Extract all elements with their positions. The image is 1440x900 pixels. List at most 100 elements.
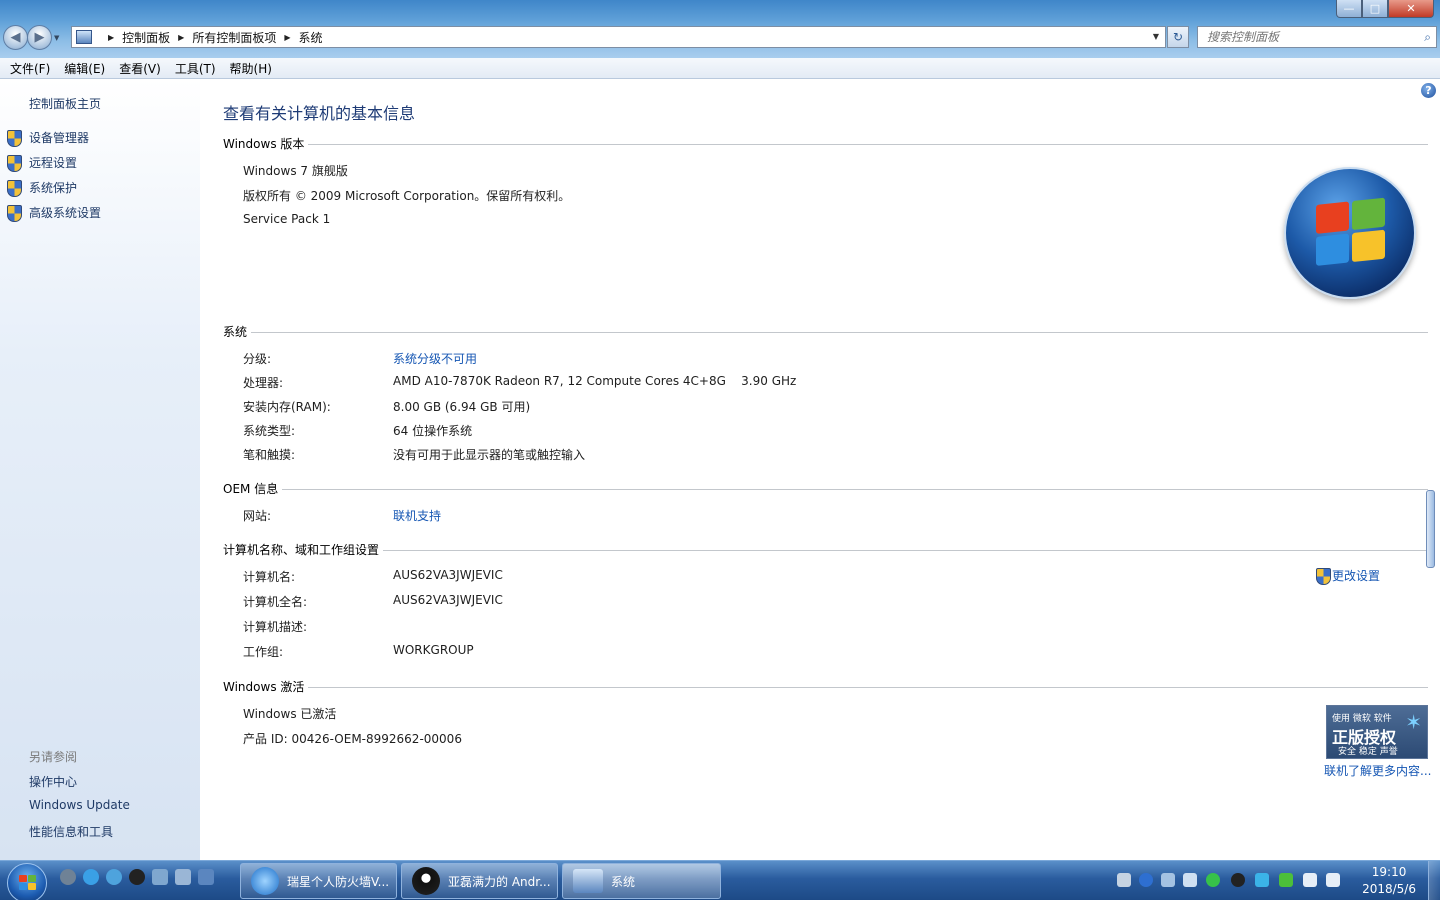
learn-more-link[interactable]: 联机了解更多内容... (1324, 762, 1431, 779)
search-box[interactable]: ⌕ (1197, 26, 1437, 48)
maximize-button[interactable]: □ (1362, 0, 1388, 18)
rating-link[interactable]: 系统分级不可用 (393, 350, 477, 367)
sidebar-item-remote-settings[interactable]: 远程设置 (6, 154, 78, 172)
usb-icon[interactable] (1161, 873, 1175, 887)
sidebar-item-label: 远程设置 (29, 156, 78, 170)
help-icon[interactable]: ? (1421, 83, 1436, 98)
menu-bar: 文件(F) 编辑(E) 查看(V) 工具(T) 帮助(H) (0, 58, 1440, 79)
help-tray-icon[interactable] (1139, 873, 1153, 887)
see-also-performance[interactable]: 性能信息和工具 (29, 823, 113, 840)
volume-icon[interactable] (1326, 873, 1340, 887)
online-support-link[interactable]: 联机支持 (393, 507, 441, 524)
scrollbar-thumb[interactable] (1426, 490, 1435, 568)
window-switch-icon[interactable] (175, 869, 191, 885)
qq-tray-icon[interactable] (1231, 873, 1245, 887)
page-title: 查看有关计算机的基本信息 (223, 104, 416, 123)
breadcrumb-separator-icon[interactable]: ▶ (178, 33, 184, 42)
uac-shield-icon (6, 179, 22, 197)
breadcrumb-all-items[interactable]: 所有控制面板项 (192, 29, 276, 46)
task-qq[interactable]: 亚磊满力的 Andr... (401, 863, 558, 899)
close-button[interactable]: ✕ (1388, 0, 1434, 18)
network-icon[interactable] (1303, 873, 1317, 887)
minimize-button[interactable]: — (1336, 0, 1362, 18)
full-name-label: 计算机全名: (243, 595, 308, 609)
uac-shield-icon (6, 204, 22, 222)
wechat-icon[interactable] (1206, 873, 1220, 887)
search-icon[interactable]: ⌕ (1424, 30, 1431, 45)
qq-icon[interactable] (129, 869, 145, 885)
workgroup-value: WORKGROUP (393, 643, 474, 657)
sidebar-item-device-manager[interactable]: 设备管理器 (6, 129, 90, 147)
network-adapter-icon[interactable] (1183, 873, 1197, 887)
genuine-software-badge[interactable]: 使用 微软 软件 ✶ 正版授权 安全 稳定 声誉 (1326, 705, 1428, 759)
change-settings-label: 更改设置 (1332, 569, 1381, 583)
sidebar: 控制面板主页 设备管理器 远程设置 系统保护 高级系统设置 另请参阅 操作中心 … (0, 79, 200, 860)
breadcrumb-control-panel[interactable]: 控制面板 (122, 29, 170, 46)
rating-label: 分级: (243, 352, 272, 366)
recent-pages-dropdown[interactable]: ▼ (54, 34, 59, 42)
antivirus-icon[interactable] (1255, 873, 1269, 887)
star-icon: ✶ (1405, 710, 1422, 734)
processor-value: AMD A10-7870K Radeon R7, 12 Compute Core… (393, 374, 797, 388)
taskbar: 瑞星个人防火墙V... 亚磊满力的 Andr... 系统 19:10 2018/… (0, 860, 1440, 900)
address-dropdown-icon[interactable]: ▼ (1153, 32, 1159, 41)
desktop-icon[interactable] (152, 869, 168, 885)
badge-line-1: 使用 微软 软件 (1332, 714, 1392, 724)
sidebar-item-label: 设备管理器 (29, 131, 90, 145)
processor-label: 处理器: (243, 376, 284, 390)
quick-launch-icon[interactable] (60, 869, 76, 885)
sidebar-control-panel-home[interactable]: 控制面板主页 (29, 95, 101, 112)
task-system[interactable]: 系统 (562, 863, 721, 899)
system-clock[interactable]: 19:10 2018/5/6 (1362, 864, 1416, 898)
see-also-action-center[interactable]: 操作中心 (29, 773, 77, 790)
description-label: 计算机描述: (243, 620, 308, 634)
search-input[interactable] (1207, 30, 1407, 44)
pen-touch-value: 没有可用于此显示器的笔或触控输入 (393, 448, 586, 462)
breadcrumb-system[interactable]: 系统 (299, 29, 323, 46)
section-computer-name: 计算机名称、域和工作组设置 (223, 541, 1428, 557)
computer-name-label: 计算机名: (243, 570, 296, 584)
section-header: 计算机名称、域和工作组设置 (223, 543, 384, 557)
browser-icon[interactable] (106, 869, 122, 885)
show-desktop-button[interactable] (1428, 861, 1440, 900)
pen-touch-label: 笔和触摸: (243, 448, 296, 462)
breadcrumb-separator-icon[interactable]: ▶ (284, 33, 290, 42)
ie-icon[interactable] (83, 869, 99, 885)
change-settings-link[interactable]: 更改设置 (1315, 567, 1381, 585)
menu-file[interactable]: 文件(F) (3, 60, 57, 77)
section-windows-edition: Windows 版本 (223, 135, 1428, 151)
sidebar-item-advanced-settings[interactable]: 高级系统设置 (6, 204, 102, 222)
ram-value: 8.00 GB (6.94 GB 可用) (393, 400, 531, 414)
section-oem: OEM 信息 (223, 480, 1428, 496)
app-icon[interactable] (198, 869, 214, 885)
sidebar-item-label: 高级系统设置 (29, 206, 102, 220)
clock-time: 19:10 (1371, 865, 1407, 879)
qq-icon (412, 867, 440, 895)
menu-tools[interactable]: 工具(T) (168, 60, 223, 77)
full-name-value: AUS62VA3JWJEVIC (393, 593, 503, 607)
computer-name-value: AUS62VA3JWJEVIC (393, 568, 503, 582)
see-also-windows-update[interactable]: Windows Update (29, 798, 130, 812)
keyboard-icon[interactable] (1117, 873, 1131, 887)
see-also-heading: 另请参阅 (29, 750, 78, 764)
forward-arrow-icon: ▶ (34, 30, 45, 45)
edition-name: Windows 7 旗舰版 (243, 164, 348, 178)
breadcrumb-separator-icon[interactable]: ▶ (108, 33, 114, 42)
forward-button[interactable]: ▶ (27, 25, 52, 50)
menu-edit[interactable]: 编辑(E) (57, 60, 112, 77)
sidebar-item-system-protection[interactable]: 系统保护 (6, 179, 77, 197)
task-firewall[interactable]: 瑞星个人防火墙V... (240, 863, 397, 899)
back-button[interactable]: ◀ (3, 25, 28, 50)
section-activation: Windows 激活 (223, 678, 1428, 694)
badge-line-3: 安全 稳定 声誉 (1338, 747, 1398, 757)
start-button[interactable] (7, 863, 47, 900)
refresh-button[interactable]: ↻ (1167, 26, 1189, 48)
umbrella-icon[interactable] (1279, 873, 1293, 887)
menu-help[interactable]: 帮助(H) (223, 60, 279, 77)
address-bar[interactable]: ▶ 控制面板 ▶ 所有控制面板项 ▶ 系统 ▼ (71, 26, 1166, 48)
system-type-label: 系统类型: (243, 424, 296, 438)
menu-view[interactable]: 查看(V) (112, 60, 168, 77)
windows-logo-icon (1284, 167, 1416, 299)
task-label: 瑞星个人防火墙V... (287, 874, 390, 889)
task-label: 亚磊满力的 Andr... (448, 874, 551, 889)
